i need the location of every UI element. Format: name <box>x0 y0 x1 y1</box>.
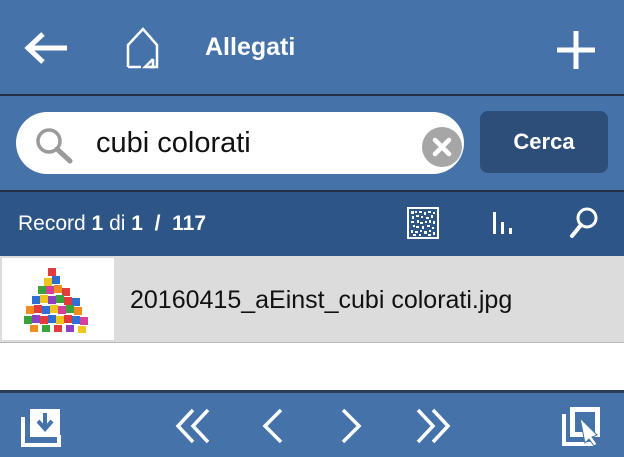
search-field[interactable] <box>16 112 464 174</box>
last-page-icon <box>416 408 451 444</box>
footer-divider <box>0 390 624 393</box>
record-label: Record <box>18 212 86 235</box>
record-separator: / <box>154 212 161 235</box>
home-button[interactable] <box>122 24 162 70</box>
record-total: 117 <box>172 212 207 235</box>
open-external-button[interactable] <box>558 402 606 450</box>
clear-search-button[interactable] <box>421 126 463 173</box>
qr-code-button[interactable] <box>404 204 442 242</box>
last-page-button[interactable] <box>410 404 456 448</box>
record-bar: Record 1 di 1 / 117 <box>0 190 624 256</box>
previous-page-icon <box>262 408 283 444</box>
next-page-button[interactable] <box>334 404 370 448</box>
search-records-button[interactable] <box>566 204 602 242</box>
magnifier-icon <box>36 128 73 164</box>
home-icon <box>126 27 159 69</box>
list-item[interactable]: 20160415_aEinst_cubi colorati.jpg <box>0 256 624 343</box>
record-of: di <box>109 212 126 235</box>
arrow-left-icon <box>24 32 67 64</box>
first-page-button[interactable] <box>170 404 216 448</box>
page-title: Allegati <box>205 33 296 61</box>
search-icon <box>570 207 598 238</box>
next-page-icon <box>341 408 362 444</box>
open-external-icon <box>562 407 600 447</box>
bar-chart-icon <box>493 212 512 234</box>
thumbnail-image <box>2 258 114 340</box>
footer-toolbar <box>0 390 624 457</box>
search-button[interactable]: Cerca <box>480 111 608 173</box>
download-button[interactable] <box>18 404 64 448</box>
search-bar: Cerca <box>0 96 624 190</box>
back-button[interactable] <box>22 26 72 70</box>
qr-code-icon <box>407 207 439 239</box>
plus-icon <box>557 31 595 69</box>
header: Allegati <box>0 0 624 96</box>
download-icon <box>21 409 61 447</box>
record-bar-divider <box>0 190 624 192</box>
record-filtered-total: 1 <box>131 212 143 235</box>
first-page-icon <box>175 408 210 444</box>
previous-page-button[interactable] <box>254 404 290 448</box>
statistics-button[interactable] <box>486 206 522 240</box>
clear-icon <box>422 127 462 167</box>
add-button[interactable] <box>552 26 600 74</box>
colored-cubes-thumbnail <box>2 258 114 340</box>
record-counter: Record 1 di 1 / 117 <box>18 211 206 237</box>
file-name: 20160415_aEinst_cubi colorati.jpg <box>130 286 513 314</box>
search-input[interactable] <box>96 120 406 166</box>
record-current: 1 <box>91 212 104 235</box>
